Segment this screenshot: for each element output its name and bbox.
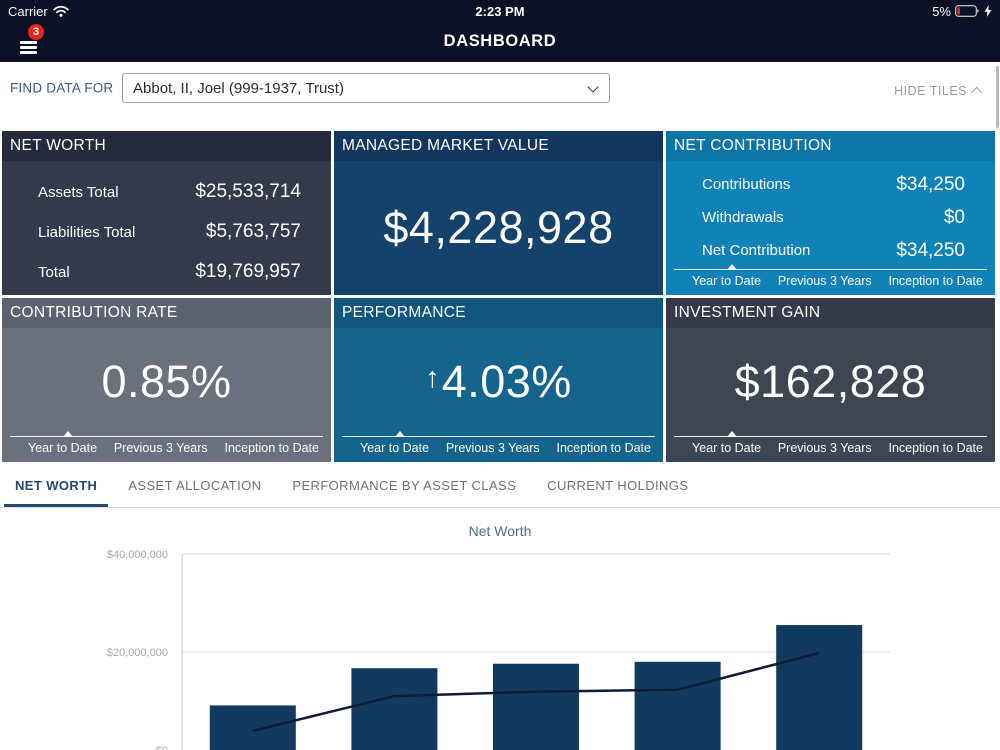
bar xyxy=(776,625,863,750)
tile-managed-market-value: MANAGED MARKET VALUE $4,228,928 xyxy=(334,131,663,295)
section-tabs: NET WORTH ASSET ALLOCATION PERFORMANCE B… xyxy=(0,462,1000,508)
row-value: $25,533,714 xyxy=(195,181,301,202)
tile-title: INVESTMENT GAIN xyxy=(666,298,995,328)
nav-bar: 3 DASHBOARD xyxy=(0,22,1000,62)
app-screen: Carrier 2:23 PM 5% 3 DASHBOARD FIND DATA… xyxy=(0,0,1000,750)
tile-investment-gain: INVESTMENT GAIN $162,828 Year to Date Pr… xyxy=(666,298,995,462)
charging-bolt-icon xyxy=(984,5,992,17)
table-row: Liabilities Total $5,763,757 xyxy=(38,212,301,252)
tile-contribution-rate: CONTRIBUTION RATE 0.85% Year to Date Pre… xyxy=(2,298,331,462)
tile-title: NET CONTRIBUTION xyxy=(666,131,995,161)
period-tabs: Year to Date Previous 3 Years Inception … xyxy=(342,431,655,462)
account-select[interactable]: Abbot, II, Joel (999-1937, Trust) xyxy=(122,73,610,103)
tile-value: 0.85% xyxy=(101,356,232,407)
period-tab-inception-to-date[interactable]: Inception to Date xyxy=(556,441,651,462)
row-value: $34,250 xyxy=(896,239,965,261)
tile-net-worth: NET WORTH Assets Total $25,533,714 Liabi… xyxy=(2,131,331,295)
tab-asset-allocation[interactable]: ASSET ALLOCATION xyxy=(117,478,272,507)
net-worth-chart: Net Worth $0$20,000,000$40,000,000 xyxy=(0,508,1000,750)
battery-icon xyxy=(955,5,979,17)
chevron-down-icon xyxy=(587,81,599,93)
selected-period-caret-icon xyxy=(63,431,73,437)
page-title: DASHBOARD xyxy=(443,32,557,50)
period-tab-inception-to-date[interactable]: Inception to Date xyxy=(888,274,983,295)
hide-tiles-button[interactable]: HIDE TILES xyxy=(894,84,983,99)
period-tab-previous-3-years[interactable]: Previous 3 Years xyxy=(778,274,872,295)
clock: 2:23 PM xyxy=(475,3,525,19)
y-axis-tick-label: $0 xyxy=(156,745,168,750)
up-arrow-icon: ↑ xyxy=(425,361,440,394)
y-axis-tick-label: $20,000,000 xyxy=(107,647,168,659)
tile-value: 4.03% xyxy=(441,356,572,407)
table-row: Contributions $34,250 xyxy=(702,168,965,201)
carrier-label: Carrier xyxy=(8,3,48,19)
tile-title: CONTRIBUTION RATE xyxy=(2,298,331,328)
period-tab-previous-3-years[interactable]: Previous 3 Years xyxy=(446,441,540,462)
row-label: Withdrawals xyxy=(702,209,784,226)
row-label: Assets Total xyxy=(38,183,119,201)
top-bar: Carrier 2:23 PM 5% 3 DASHBOARD xyxy=(0,0,1000,62)
bar xyxy=(493,663,579,750)
chart-plot-area: $0 $20,000,000 $40,000,000 xyxy=(0,515,1000,750)
period-tab-previous-3-years[interactable]: Previous 3 Years xyxy=(778,441,872,462)
period-tab-inception-to-date[interactable]: Inception to Date xyxy=(224,441,319,462)
selected-period-caret-icon xyxy=(727,264,737,270)
table-row: Total $19,769,957 xyxy=(38,252,301,292)
row-label: Contributions xyxy=(702,176,791,193)
row-value: $34,250 xyxy=(896,173,965,195)
tile-net-contribution: NET CONTRIBUTION Contributions $34,250 W… xyxy=(666,131,995,295)
row-value: $19,769,957 xyxy=(195,261,301,282)
filter-bar: FIND DATA FOR Abbot, II, Joel (999-1937,… xyxy=(0,62,1000,130)
tile-title: NET WORTH xyxy=(2,131,331,161)
bar xyxy=(351,668,438,750)
status-bar: Carrier 2:23 PM 5% xyxy=(0,0,1000,22)
table-row: Assets Total $25,533,714 xyxy=(38,172,301,212)
period-tabs: Year to Date Previous 3 Years Inception … xyxy=(674,431,987,462)
selected-period-caret-icon xyxy=(395,431,405,437)
period-tab-year-to-date[interactable]: Year to Date xyxy=(28,441,97,462)
tab-performance-by-asset-class[interactable]: PERFORMANCE BY ASSET CLASS xyxy=(281,478,527,507)
tile-value: $162,828 xyxy=(734,356,927,407)
battery-percent: 5% xyxy=(932,3,951,19)
tab-current-holdings[interactable]: CURRENT HOLDINGS xyxy=(536,478,699,507)
wifi-icon xyxy=(53,5,69,17)
period-tab-previous-3-years[interactable]: Previous 3 Years xyxy=(114,441,208,462)
chevron-up-icon xyxy=(970,86,983,99)
tile-title: MANAGED MARKET VALUE xyxy=(334,131,663,161)
table-row: Net Contribution $34,250 xyxy=(702,234,965,267)
tab-net-worth[interactable]: NET WORTH xyxy=(4,478,109,507)
bar xyxy=(634,661,721,750)
row-label: Total xyxy=(38,263,70,281)
period-tabs: Year to Date Previous 3 Years Inception … xyxy=(10,431,323,462)
bar xyxy=(209,705,296,750)
account-select-value: Abbot, II, Joel (999-1937, Trust) xyxy=(133,79,344,97)
find-data-for-label: FIND DATA FOR xyxy=(10,80,114,96)
scrollbar-thumb[interactable] xyxy=(996,66,999,128)
period-tab-year-to-date[interactable]: Year to Date xyxy=(692,441,761,462)
selected-period-caret-icon xyxy=(727,431,737,437)
kpi-tiles-grid: NET WORTH Assets Total $25,533,714 Liabi… xyxy=(0,131,1000,462)
period-tab-year-to-date[interactable]: Year to Date xyxy=(692,274,761,295)
row-value: $0 xyxy=(943,206,965,228)
row-value: $5,763,757 xyxy=(205,221,301,242)
tile-performance: PERFORMANCE ↑ 4.03% Year to Date Previou… xyxy=(334,298,663,462)
tile-title: PERFORMANCE xyxy=(334,298,663,328)
tile-value: $4,228,928 xyxy=(383,202,614,253)
row-label: Net Contribution xyxy=(702,242,811,259)
row-label: Liabilities Total xyxy=(38,223,136,241)
hide-tiles-label: HIDE TILES xyxy=(894,84,967,98)
table-row: Withdrawals $0 xyxy=(702,201,965,234)
period-tabs: Year to Date Previous 3 Years Inception … xyxy=(674,264,987,295)
period-tab-year-to-date[interactable]: Year to Date xyxy=(360,441,429,462)
y-axis-tick-label: $40,000,000 xyxy=(107,549,168,561)
period-tab-inception-to-date[interactable]: Inception to Date xyxy=(888,441,983,462)
